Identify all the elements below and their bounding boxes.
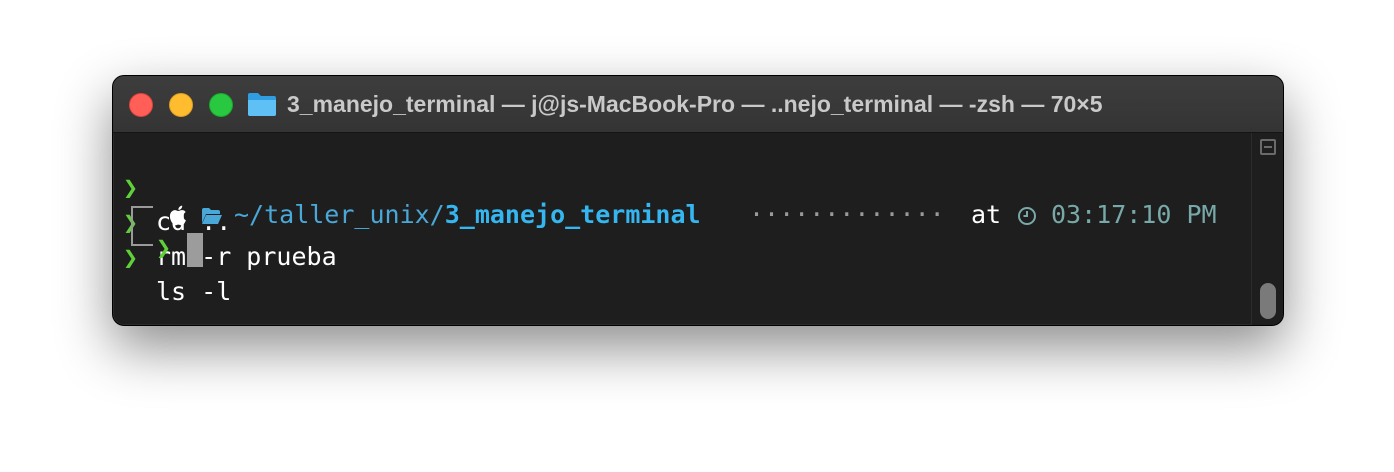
open-folder-icon <box>202 208 222 224</box>
clock-icon <box>1018 207 1036 225</box>
current-path: ~/taller_unix/3_manejo_terminal <box>234 198 701 232</box>
scroll-thumb[interactable] <box>1260 283 1276 319</box>
window-title: 3_manejo_terminal — j@js-MacBook-Pro — .… <box>287 91 1103 117</box>
history-line: ❯ cd .. <box>113 137 713 236</box>
prompt-symbol: ❯ <box>123 243 139 272</box>
terminal-window: 3_manejo_terminal — j@js-MacBook-Pro — .… <box>112 75 1284 326</box>
path-prefix: ~/taller_unix/ <box>234 200 445 229</box>
screenshot-stage: 3_manejo_terminal — j@js-MacBook-Pro — .… <box>0 0 1394 472</box>
prompt-frame-top <box>131 206 153 208</box>
filler-dots: ············· <box>749 200 945 229</box>
terminal-output[interactable]: ❯ cd .. ❯ rm -r prueba ❯ ls -l ~/t <box>113 133 1251 325</box>
close-window-button[interactable] <box>129 93 153 117</box>
folder-icon <box>248 93 276 116</box>
minimize-window-button[interactable] <box>169 93 193 117</box>
scrollbar[interactable] <box>1251 133 1283 325</box>
prompt-frame-bottom <box>131 244 153 246</box>
input-prompt-symbol: ❯ <box>156 233 172 262</box>
prompt-frame-side <box>131 206 133 246</box>
split-pane-icon[interactable] <box>1260 139 1276 155</box>
at-label: at <box>971 200 1002 229</box>
apple-icon <box>169 205 186 226</box>
path-current-dir: 3_manejo_terminal <box>444 200 701 229</box>
text-cursor[interactable] <box>187 233 203 267</box>
zoom-window-button[interactable] <box>209 93 233 117</box>
command-text: ls -l <box>156 277 232 306</box>
title-bar[interactable]: 3_manejo_terminal — j@js-MacBook-Pro — .… <box>113 76 1283 133</box>
clock-time: 03:17:10 PM <box>1051 200 1217 229</box>
